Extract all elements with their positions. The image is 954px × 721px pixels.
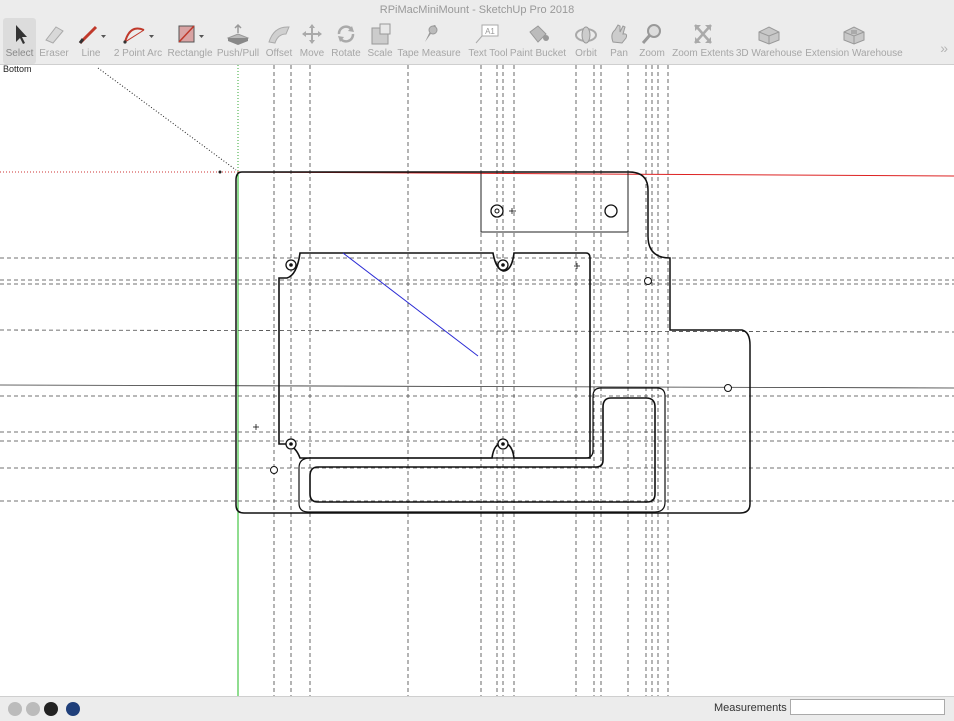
tape-measure-tool-label: Tape Measure <box>397 48 461 59</box>
zoom-extents-tool-label: Zoom Extents <box>672 48 734 59</box>
push-pull-tool-button[interactable]: Push/Pull <box>217 18 259 64</box>
rotate-icon <box>337 25 355 43</box>
scale-tool-button[interactable]: Scale <box>366 18 394 64</box>
pan-hand-icon <box>611 24 628 44</box>
pencil-line-icon <box>78 25 106 45</box>
measurements-input[interactable] <box>790 699 945 715</box>
3d-warehouse-icon <box>758 26 780 45</box>
3d-warehouse-label: 3D Warehouse <box>735 48 803 59</box>
text-tool-button[interactable]: A1 Text Tool <box>468 18 508 64</box>
offset-tool-button[interactable]: Offset <box>264 18 294 64</box>
scale-icon <box>371 23 391 45</box>
paint-bucket-tool-button[interactable]: Paint Bucket <box>510 18 566 64</box>
rotate-tool-button[interactable]: Rotate <box>331 18 361 64</box>
push-pull-tool-label: Push/Pull <box>216 48 260 59</box>
cable-channel-outer[interactable] <box>298 387 666 513</box>
zoom-extents-icon <box>694 24 712 44</box>
toolbar-overflow-chevron-icon[interactable]: » <box>940 40 948 56</box>
extension-warehouse-icon <box>843 26 865 45</box>
orbit-icon <box>575 26 597 44</box>
drawing-viewport[interactable] <box>0 65 954 696</box>
push-pull-icon <box>226 23 250 45</box>
toolbar: Select Eraser Line 2 Point Arc Rectangle… <box>0 18 954 65</box>
zoom-extents-tool-button[interactable]: Zoom Extents <box>672 18 734 64</box>
rectangle-tool-label: Rectangle <box>167 48 213 59</box>
axis-cursor-marks <box>253 208 580 430</box>
text-tool-glyph: A1 <box>485 27 495 36</box>
blue-inference-line <box>342 252 479 357</box>
arc-icon <box>123 27 154 44</box>
cable-channel-inner[interactable] <box>309 397 656 503</box>
geo-location-icon[interactable] <box>8 702 22 716</box>
pan-tool-button[interactable]: Pan <box>606 18 632 64</box>
tape-measure-tool-button[interactable]: Tape Measure <box>397 18 461 64</box>
text-tool-icon: A1 <box>475 24 499 44</box>
extension-warehouse-label: Extension Warehouse <box>805 48 903 59</box>
instructor-help-icon[interactable] <box>66 702 80 716</box>
tape-measure-icon <box>425 25 438 42</box>
user-account-icon[interactable] <box>44 702 58 716</box>
eraser-icon <box>45 26 64 44</box>
paint-bucket-icon <box>529 25 549 43</box>
axes <box>0 65 954 696</box>
select-arrow-icon <box>16 25 27 44</box>
move-icon <box>302 24 322 44</box>
arc-tool-button[interactable]: 2 Point Arc <box>114 18 162 64</box>
move-tool-button[interactable]: Move <box>298 18 326 64</box>
construction-line <box>0 384 954 389</box>
text-tool-label: Text Tool <box>468 48 508 59</box>
mounting-holes <box>270 259 732 474</box>
status-bar: Measurements <box>0 696 954 721</box>
window-title: RPiMacMiniMount - SketchUp Pro 2018 <box>379 4 575 16</box>
vertical-guides <box>273 65 669 696</box>
line-tool-button[interactable]: Line <box>74 18 108 64</box>
zoom-tool-button[interactable]: Zoom <box>638 18 666 64</box>
zoom-icon <box>641 24 661 44</box>
measurements-label: Measurements <box>714 702 787 714</box>
paint-bucket-tool-label: Paint Bucket <box>509 48 567 59</box>
scene-label: Bottom <box>3 64 32 74</box>
3d-warehouse-button[interactable]: 3D Warehouse <box>736 18 802 64</box>
extension-warehouse-button[interactable]: Extension Warehouse <box>805 18 903 64</box>
orbit-tool-button[interactable]: Orbit <box>572 18 600 64</box>
credits-icon[interactable] <box>26 702 40 716</box>
arc-tool-label: 2 Point Arc <box>113 48 163 59</box>
rectangle-icon <box>178 25 204 43</box>
scale-tool-label: Scale <box>367 48 393 59</box>
mount-plate-outline[interactable] <box>235 171 751 514</box>
rectangle-tool-button[interactable]: Rectangle <box>167 18 213 64</box>
zoom-tool-label: Zoom <box>639 48 665 59</box>
title-bar: RPiMacMiniMount - SketchUp Pro 2018 <box>0 0 954 18</box>
eraser-tool-button[interactable]: Eraser <box>38 18 70 64</box>
offset-icon <box>268 26 290 44</box>
horizontal-guides <box>0 257 954 502</box>
